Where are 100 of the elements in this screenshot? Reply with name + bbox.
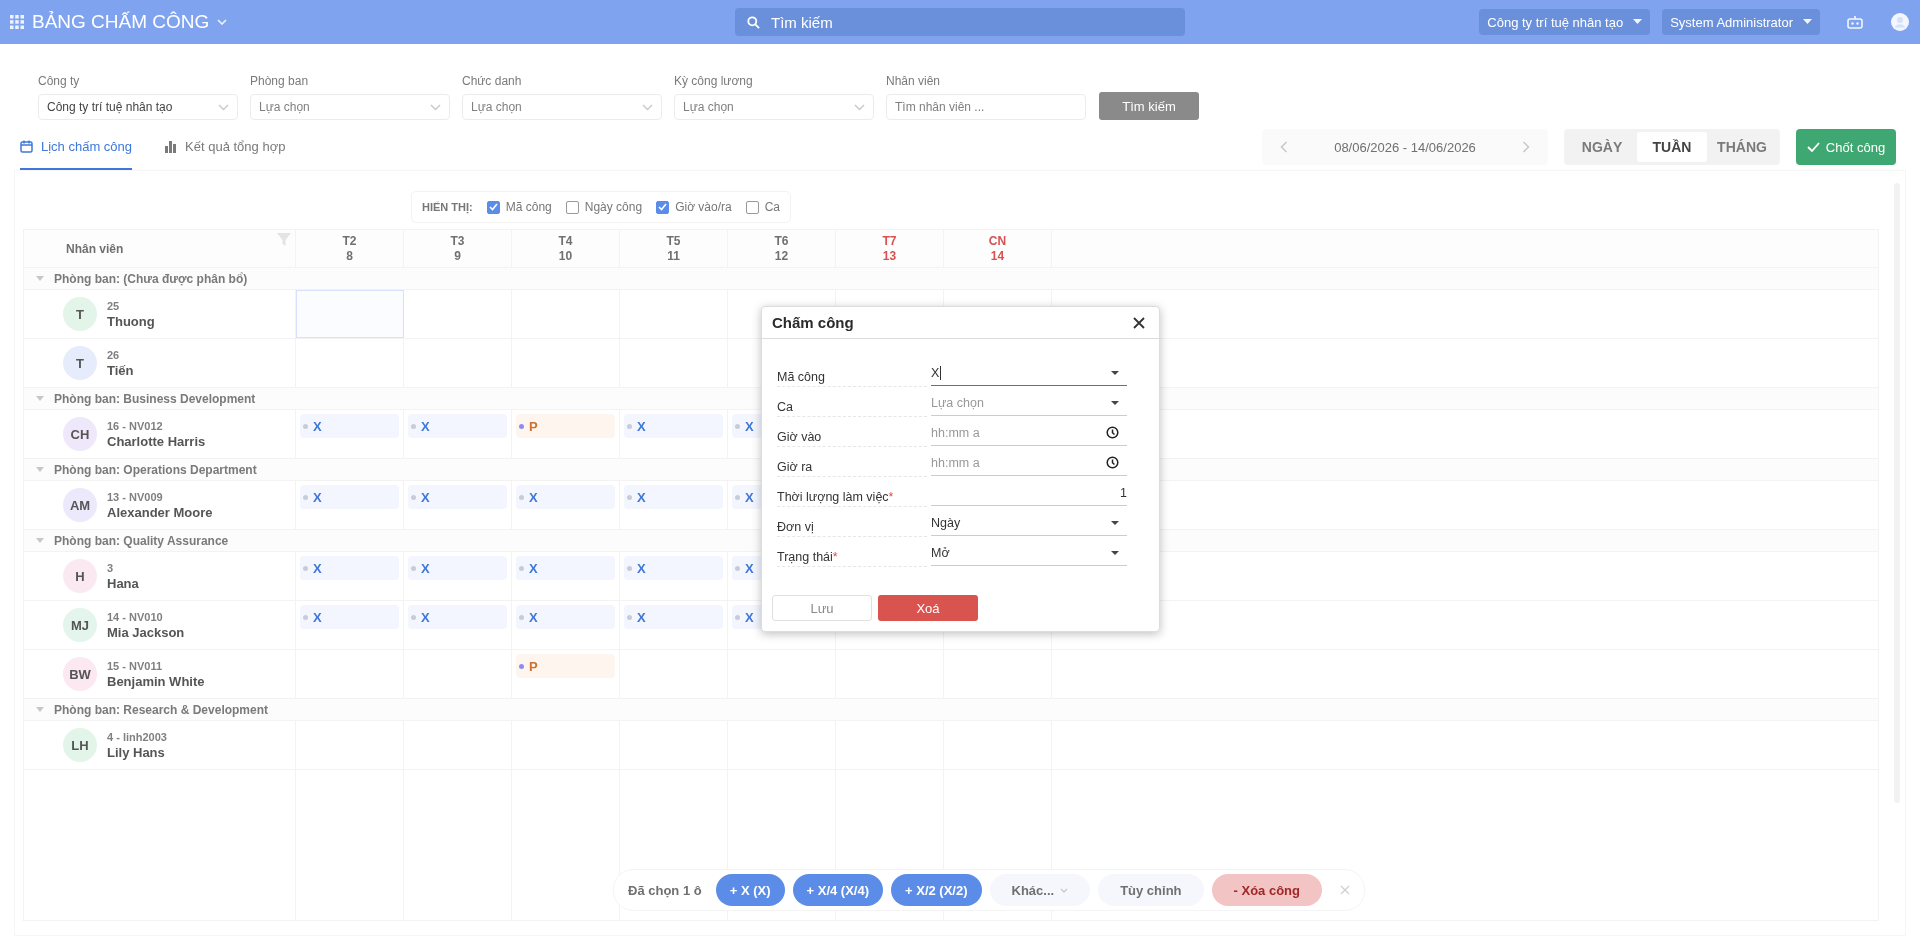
- group-label: Phòng ban: Operations Department: [54, 462, 257, 477]
- filter-icon[interactable]: [277, 233, 291, 247]
- view-tab[interactable]: TUẦN: [1637, 132, 1707, 162]
- select-field[interactable]: Công ty trí tuệ nhân tạo: [38, 94, 238, 120]
- attendance-chip[interactable]: X: [408, 414, 507, 438]
- attendance-chip[interactable]: X: [516, 556, 615, 580]
- display-option-checkbox[interactable]: Giờ vào/ra: [656, 200, 732, 214]
- add-code-button[interactable]: + X (X): [715, 874, 785, 906]
- attendance-chip[interactable]: X: [624, 414, 723, 438]
- view-tab[interactable]: NGÀY: [1567, 132, 1637, 162]
- add-code-button[interactable]: + X/2 (X/2): [891, 874, 982, 906]
- employee-column-title: Nhân viên: [66, 241, 124, 256]
- view-tab[interactable]: THÁNG: [1707, 132, 1777, 162]
- day-cell[interactable]: X: [296, 601, 404, 649]
- user-dropdown[interactable]: System Administrator: [1662, 9, 1820, 35]
- day-header: T6 12: [728, 230, 836, 267]
- attendance-chip[interactable]: X: [300, 414, 399, 438]
- attendance-chip[interactable]: X: [300, 556, 399, 580]
- expand-icon[interactable]: [36, 467, 44, 472]
- app-title[interactable]: BẢNG CHẤM CÔNG: [32, 11, 210, 33]
- attendance-chip[interactable]: X: [300, 485, 399, 509]
- employee-name: Thuong: [107, 313, 155, 329]
- expand-icon[interactable]: [36, 538, 44, 543]
- day-cell[interactable]: X: [296, 552, 404, 600]
- select-field[interactable]: Ngày: [931, 510, 1127, 536]
- tab[interactable]: Lịch chấm công: [20, 124, 133, 170]
- select-field[interactable]: Mở: [931, 540, 1127, 566]
- checkbox[interactable]: [486, 200, 500, 214]
- day-header: T3 9: [404, 230, 512, 267]
- display-option-checkbox[interactable]: Ngày công: [565, 200, 643, 214]
- day-cell[interactable]: P: [512, 650, 620, 698]
- day-cell[interactable]: X: [404, 552, 512, 600]
- attendance-chip[interactable]: X: [624, 556, 723, 580]
- checkbox[interactable]: [745, 200, 759, 214]
- attendance-chip[interactable]: X: [408, 605, 507, 629]
- day-cell[interactable]: X: [512, 481, 620, 529]
- day-cell[interactable]: [296, 290, 404, 338]
- select-field[interactable]: X: [931, 360, 1127, 386]
- day-cell[interactable]: X: [296, 410, 404, 458]
- attendance-chip[interactable]: X: [408, 556, 507, 580]
- time-field[interactable]: hh:mm a: [931, 420, 1127, 446]
- select-field[interactable]: Lựa chọn: [462, 94, 662, 120]
- delete-button[interactable]: Xoá: [878, 595, 978, 621]
- chevron-down-icon: [642, 103, 653, 111]
- display-option-checkbox[interactable]: Mã công: [486, 200, 552, 214]
- expand-icon[interactable]: [36, 707, 44, 712]
- add-code-button[interactable]: + X/4 (X/4): [792, 874, 883, 906]
- select-field[interactable]: Lựa chọn: [674, 94, 874, 120]
- attendance-chip[interactable]: P: [516, 414, 615, 438]
- apps-grid-icon[interactable]: [10, 15, 24, 29]
- search-field[interactable]: Tìm kiếm: [735, 8, 1185, 36]
- tab[interactable]: Kết quả tổng hợp: [164, 124, 286, 170]
- day-cell[interactable]: P: [512, 410, 620, 458]
- attendance-chip[interactable]: X: [408, 485, 507, 509]
- day-cell[interactable]: X: [620, 481, 728, 529]
- number-field[interactable]: 1: [931, 480, 1127, 506]
- attendance-chip[interactable]: X: [624, 485, 723, 509]
- time-field[interactable]: hh:mm a: [931, 450, 1127, 476]
- day-cell[interactable]: X: [404, 410, 512, 458]
- company-dropdown[interactable]: Công ty trí tuệ nhân tạo: [1479, 9, 1651, 35]
- attendance-chip[interactable]: X: [516, 605, 615, 629]
- select-field[interactable]: Lựa chọn: [250, 94, 450, 120]
- day-cell[interactable]: X: [404, 601, 512, 649]
- close-icon[interactable]: [1133, 316, 1145, 329]
- chevron-left-icon[interactable]: [1280, 141, 1288, 153]
- field-label: Mã công: [777, 370, 927, 387]
- attendance-chip[interactable]: X: [516, 485, 615, 509]
- chevron-down-icon: [1060, 887, 1069, 893]
- custom-button[interactable]: Tùy chỉnh: [1098, 874, 1204, 906]
- expand-icon[interactable]: [36, 276, 44, 281]
- day-cell[interactable]: X: [404, 481, 512, 529]
- day-header: T2 8: [296, 230, 404, 267]
- day-cell[interactable]: X: [296, 481, 404, 529]
- caret-icon[interactable]: [217, 19, 228, 25]
- close-period-button[interactable]: Chốt công: [1796, 129, 1896, 165]
- caret-icon: [1111, 520, 1119, 525]
- search-button[interactable]: Tìm kiếm: [1099, 92, 1199, 120]
- attendance-chip[interactable]: X: [624, 605, 723, 629]
- day-cell[interactable]: X: [620, 552, 728, 600]
- day-cell[interactable]: X: [620, 601, 728, 649]
- day-header: T5 11: [620, 230, 728, 267]
- bar-chart-icon: [164, 139, 178, 153]
- day-cell[interactable]: X: [620, 410, 728, 458]
- employee-code: 14 - NV010: [107, 610, 164, 623]
- attendance-chip[interactable]: P: [516, 654, 615, 678]
- select-field[interactable]: Lựa chọn: [931, 390, 1127, 416]
- day-cell[interactable]: X: [512, 552, 620, 600]
- expand-icon[interactable]: [36, 396, 44, 401]
- delete-code-button[interactable]: - Xóa công: [1211, 874, 1322, 906]
- input-field[interactable]: Tìm nhân viên ...: [886, 94, 1086, 120]
- checkbox[interactable]: [565, 200, 579, 214]
- day-cell[interactable]: X: [512, 601, 620, 649]
- user-avatar-icon[interactable]: [1890, 12, 1910, 32]
- chevron-right-icon[interactable]: [1522, 141, 1530, 153]
- attendance-chip[interactable]: X: [300, 605, 399, 629]
- robot-icon[interactable]: [1846, 14, 1864, 30]
- more-dropdown[interactable]: Khác...: [989, 874, 1091, 906]
- display-option-checkbox[interactable]: Ca: [745, 200, 781, 214]
- avatar: BW: [63, 657, 97, 691]
- checkbox[interactable]: [656, 200, 670, 214]
